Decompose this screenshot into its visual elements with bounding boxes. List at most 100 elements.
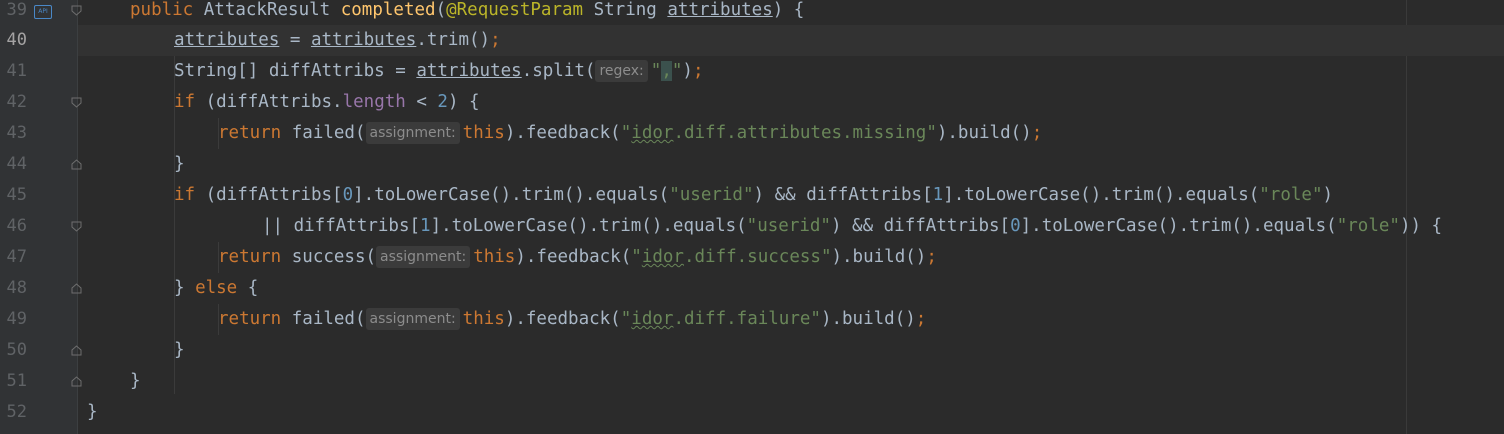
code-text: ).build() <box>831 247 927 267</box>
line-number: 43 <box>6 123 27 143</box>
string-literal: " <box>820 247 832 267</box>
annotation: @RequestParam <box>446 0 584 20</box>
code-text: } <box>87 402 98 422</box>
code-text: AttackResult <box>193 0 341 20</box>
code-text: failed( <box>281 309 366 329</box>
code-text: )) { <box>1399 216 1443 236</box>
string-literal: " <box>671 61 683 81</box>
string-literal: "role" <box>1259 185 1323 205</box>
code-text: ) && diffAttribs[ <box>753 185 933 205</box>
parameter: attributes <box>667 0 773 20</box>
code-text: ) && diffAttribs[ <box>830 216 1011 236</box>
inlay-hint: regex: <box>595 60 648 82</box>
keyword: if <box>174 92 196 112</box>
string-literal: " <box>620 123 632 143</box>
line-number: 47 <box>6 247 27 267</box>
inlay-hint: assignment: <box>376 246 471 268</box>
number-literal: 2 <box>437 92 448 112</box>
code-line-50[interactable]: 50 } <box>0 335 1504 366</box>
string-literal: .diff.failure <box>673 309 811 329</box>
code-text: ].toLowerCase().trim().equals( <box>1020 216 1337 236</box>
semicolon: ; <box>692 61 704 81</box>
keyword: public <box>130 0 194 20</box>
code-text: || diffAttribs[ <box>262 216 421 236</box>
parameter: attributes <box>310 30 417 50</box>
line-number: 52 <box>6 402 27 422</box>
number-literal: 0 <box>1010 216 1021 236</box>
string-literal: "role" <box>1336 216 1400 236</box>
code-line-49[interactable]: 49 return failed(assignment: this).feedba… <box>0 304 1504 335</box>
code-text: } <box>174 154 185 174</box>
keyword: if <box>174 185 196 205</box>
keyword: else <box>195 278 238 298</box>
string-literal: .diff.attributes.missing <box>673 123 927 143</box>
code-line-52[interactable]: 52 } <box>0 397 1504 428</box>
number-literal: 1 <box>420 216 431 236</box>
string-literal: , <box>661 61 672 81</box>
number-literal: 0 <box>342 185 354 205</box>
semicolon: ; <box>490 30 501 50</box>
line-number: 49 <box>6 309 27 329</box>
code-text: } <box>174 340 185 360</box>
code-text: ) <box>682 61 693 81</box>
field: length <box>342 92 406 112</box>
code-text: (diffAttribs. <box>195 92 343 112</box>
line-number: 41 <box>6 61 27 81</box>
code-editor[interactable]: API 39 public AttackResult completed(@Re… <box>0 0 1504 434</box>
code-line-42[interactable]: 42 if (diffAttribs.length < 2) { <box>0 87 1504 118</box>
line-number: 40 <box>6 30 27 50</box>
code-text: < <box>405 92 438 112</box>
code-text: success( <box>281 247 377 267</box>
code-text: ).feedback( <box>504 123 621 143</box>
keyword: this <box>473 247 516 267</box>
code-line-44[interactable]: 44 } <box>0 149 1504 180</box>
code-text: ).feedback( <box>504 309 621 329</box>
code-text: ) { <box>447 92 480 112</box>
string-literal: " <box>620 309 632 329</box>
code-text: } <box>174 278 196 298</box>
code-text: ].toLowerCase().trim().equals( <box>430 216 747 236</box>
code-text: ].toLowerCase().trim().equals( <box>353 185 670 205</box>
string-literal: idor <box>631 309 674 329</box>
code-text: = <box>279 30 311 50</box>
code-text: (diffAttribs[ <box>195 185 343 205</box>
line-number: 45 <box>6 185 27 205</box>
code-line-47[interactable]: 47 return success(assignment: this).feedb… <box>0 242 1504 273</box>
string-literal: " <box>631 247 642 267</box>
line-number: 48 <box>6 278 27 298</box>
string-literal: "userid" <box>669 185 754 205</box>
code-text: ( <box>435 0 447 20</box>
semicolon: ; <box>915 309 927 329</box>
semicolon: ; <box>926 247 937 267</box>
code-line-48[interactable]: 48 } else { <box>0 273 1504 304</box>
parameter: attributes <box>416 61 522 81</box>
code-line-43[interactable]: 43 return failed(assignment: this).feedba… <box>0 118 1504 149</box>
keyword: return <box>218 309 282 329</box>
string-literal: idor <box>631 123 674 143</box>
code-line-41[interactable]: 41 String[] diffAttribs = attributes.spl… <box>0 56 1504 87</box>
string-literal: " <box>926 123 937 143</box>
inlay-hint: assignment: <box>365 122 460 144</box>
code-line-39[interactable]: 39 public AttackResult completed(@Reques… <box>0 0 1504 26</box>
code-text: ).build() <box>936 123 1032 143</box>
line-number: 51 <box>6 371 27 391</box>
code-text: String[] diffAttribs = <box>174 61 417 81</box>
code-line-46[interactable]: 46 || diffAttribs[1].toLowerCase().trim(… <box>0 211 1504 242</box>
line-number: 44 <box>6 154 27 174</box>
code-text: ).feedback( <box>515 247 632 267</box>
code-text: failed( <box>281 123 366 143</box>
keyword: return <box>218 123 282 143</box>
semicolon: ; <box>1031 123 1043 143</box>
line-number: 46 <box>6 216 27 236</box>
parameter: attributes <box>174 30 280 50</box>
code-line-51[interactable]: 51 } <box>0 366 1504 397</box>
string-literal: " <box>650 61 662 81</box>
code-text: ).build() <box>820 309 916 329</box>
code-line-45[interactable]: 45 if (diffAttribs[0].toLowerCase().trim… <box>0 180 1504 211</box>
code-line-40[interactable]: 40 attributes = attributes.trim(); <box>0 25 1504 56</box>
keyword: return <box>218 247 282 267</box>
code-text: String <box>583 0 668 20</box>
number-literal: 1 <box>932 185 944 205</box>
code-text: { <box>237 278 259 298</box>
line-number: 39 <box>6 0 27 20</box>
